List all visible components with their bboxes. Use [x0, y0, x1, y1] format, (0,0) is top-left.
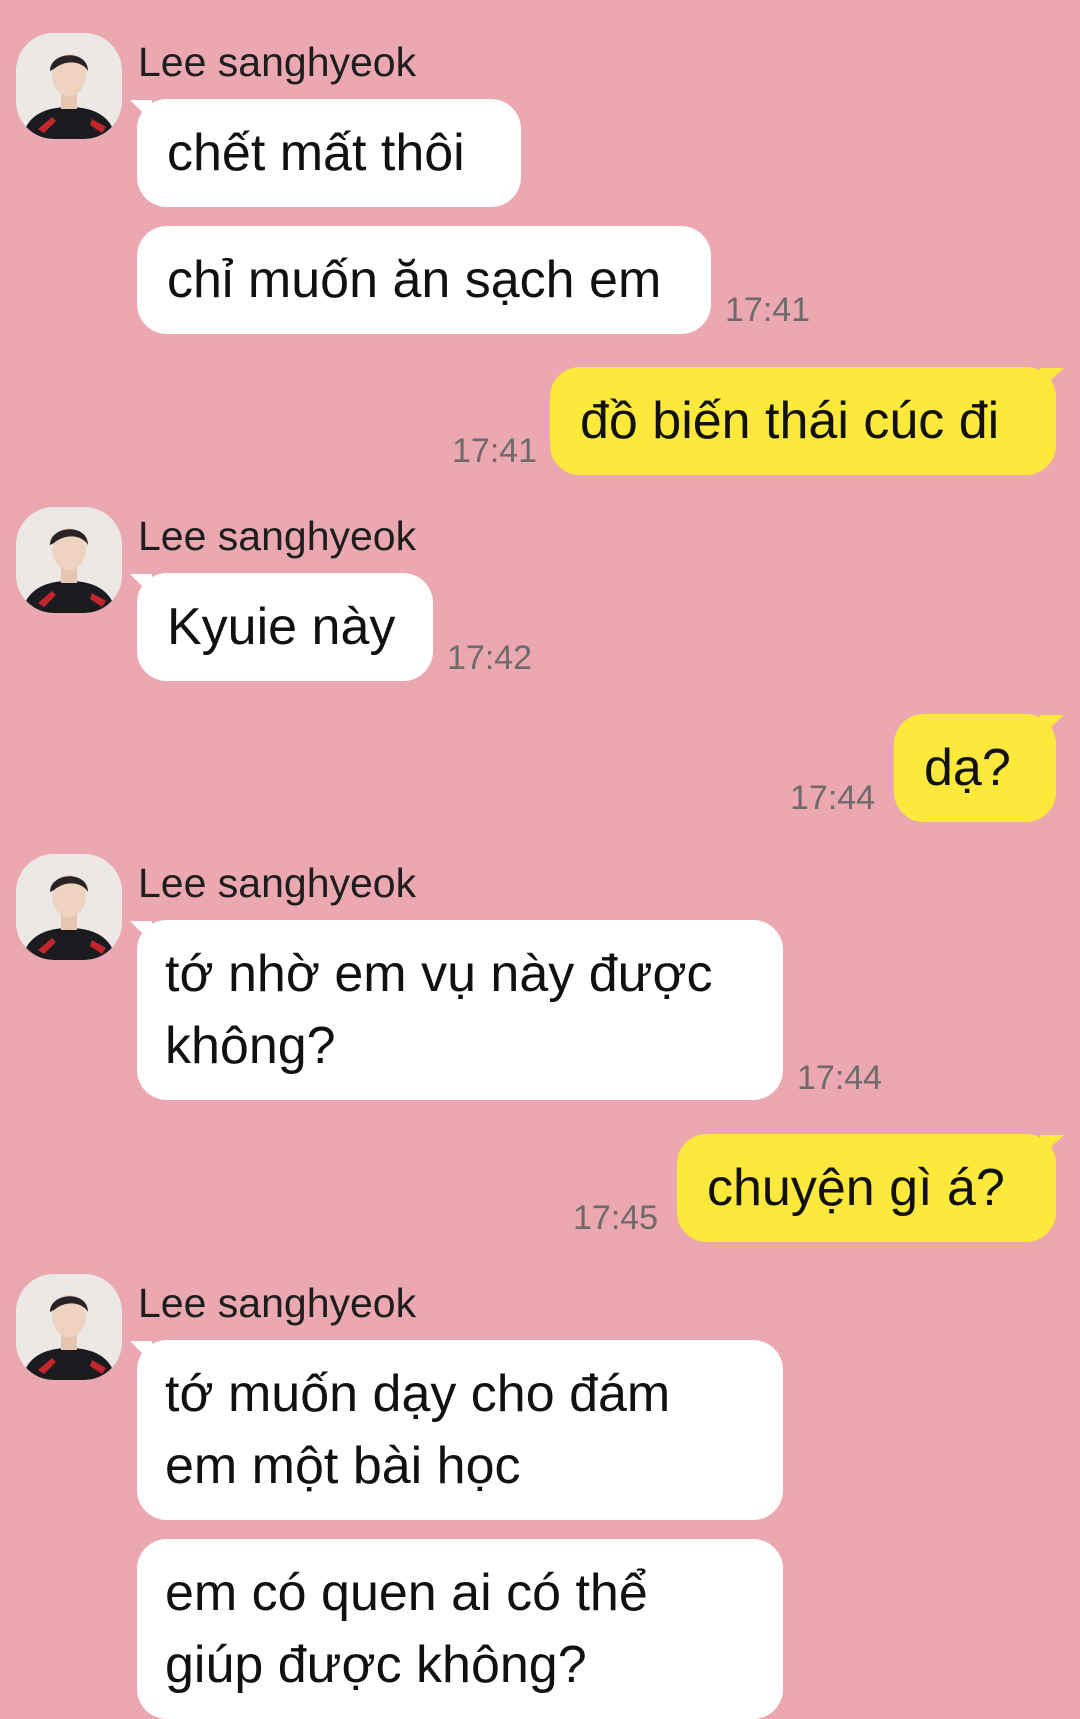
profile-photo-icon	[16, 1274, 122, 1380]
message-bubble-incoming[interactable]: tớ nhờ em vụ này được không?	[137, 920, 783, 1100]
message-text: chỉ muốn ăn sạch em	[167, 251, 662, 309]
profile-photo-icon	[16, 854, 122, 960]
message-text: dạ?	[924, 739, 1011, 797]
profile-photo-icon	[16, 33, 122, 139]
message-timestamp: 17:41	[452, 432, 538, 470]
message-text: Kyuie này	[167, 598, 396, 656]
message-text-line: giúp được không?	[165, 1636, 587, 1694]
message-bubble-incoming[interactable]: Kyuie này	[137, 573, 433, 681]
message-timestamp: 17:44	[790, 779, 876, 817]
message-bubble-outgoing[interactable]: chuyện gì á?	[677, 1134, 1056, 1242]
message-text: đồ biến thái cúc đi	[580, 392, 1000, 450]
avatar[interactable]	[16, 854, 122, 960]
message-text: chết mất thôi	[167, 124, 465, 182]
message-timestamp: 17:41	[725, 291, 811, 329]
avatar[interactable]	[16, 33, 122, 139]
message-bubble-incoming[interactable]: tớ muốn dạy cho đám em một bài học	[137, 1340, 783, 1520]
profile-photo-icon	[16, 507, 122, 613]
message-text-line: em một bài học	[165, 1437, 521, 1495]
message-timestamp: 17:44	[797, 1059, 883, 1097]
message-bubble-outgoing[interactable]: dạ?	[894, 714, 1056, 822]
sender-name: Lee sanghyeok	[138, 513, 417, 559]
message-text-line: em có quen ai có thể	[165, 1564, 648, 1622]
message-text-line: tớ muốn dạy cho đám	[165, 1365, 671, 1423]
avatar[interactable]	[16, 1274, 122, 1380]
message-bubble-outgoing[interactable]: đồ biến thái cúc đi	[550, 367, 1056, 475]
avatar[interactable]	[16, 507, 122, 613]
sender-name: Lee sanghyeok	[138, 1280, 417, 1326]
message-text: chuyện gì á?	[707, 1159, 1005, 1217]
message-bubble-incoming[interactable]: chỉ muốn ăn sạch em	[137, 226, 711, 334]
message-bubble-incoming[interactable]: chết mất thôi	[137, 99, 521, 207]
message-text-line: không?	[165, 1017, 336, 1075]
message-timestamp: 17:42	[447, 639, 533, 677]
sender-name: Lee sanghyeok	[138, 860, 417, 906]
message-text-line: tớ nhờ em vụ này được	[165, 945, 713, 1003]
message-timestamp: 17:45	[573, 1199, 659, 1237]
sender-name: Lee sanghyeok	[138, 39, 417, 85]
message-bubble-incoming[interactable]: em có quen ai có thể giúp được không?	[137, 1539, 783, 1719]
